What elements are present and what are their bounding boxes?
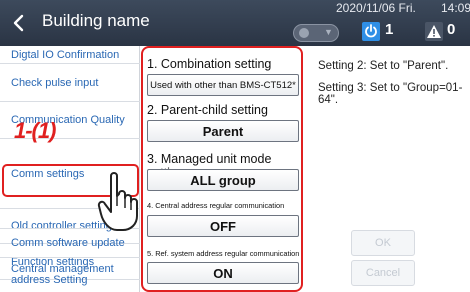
sidebar-item-check-pulse[interactable]: Check pulse input	[0, 64, 140, 102]
sidebar-item-central-mgmt[interactable]: Central management address Setting	[0, 258, 140, 292]
power-icon[interactable]	[362, 22, 380, 41]
toggle-knob-icon	[299, 28, 309, 38]
sidebar-item-label: Central management address Setting	[11, 263, 114, 286]
header-bar: Building name 2020/11/06 Fri. 14:09 ▼ 1 …	[0, 0, 470, 46]
ref-system-label: 5. Ref. system address regular communica…	[147, 249, 300, 258]
chevron-down-icon: ▼	[324, 27, 333, 37]
step-marker: 1-(1)	[14, 118, 56, 143]
power-count: 1	[385, 21, 394, 38]
central-address-label: 4. Central address regular communication	[147, 201, 285, 210]
parent-child-label: 2. Parent-child setting	[147, 103, 268, 117]
page-title: Building name	[42, 11, 150, 30]
ok-button[interactable]: OK	[351, 230, 415, 256]
sidebar-item-digital-io[interactable]: Digtal IO Confirmation	[0, 46, 140, 64]
info-line-2: Setting 3: Set to "Group=01-64".	[318, 82, 463, 106]
sidebar-item-label: Digtal IO Confirmation	[11, 48, 120, 61]
central-address-button[interactable]: OFF	[147, 215, 299, 237]
sidebar-item-label: Check pulse input	[11, 76, 99, 89]
managed-unit-button[interactable]: ALL group	[147, 169, 299, 191]
alert-triangle-icon[interactable]	[425, 22, 443, 41]
ref-system-button[interactable]: ON	[147, 262, 299, 284]
mode-toggle[interactable]: ▼	[293, 24, 339, 42]
alert-count: 0	[447, 21, 456, 38]
sidebar-item-label: Comm software update	[11, 237, 125, 249]
time-display: 14:09	[441, 1, 470, 15]
parent-child-button[interactable]: Parent	[147, 120, 299, 142]
back-arrow-icon[interactable]	[8, 12, 30, 34]
date-display: 2020/11/06 Fri.	[336, 1, 416, 15]
combination-button[interactable]: Used with other than BMS-CT512*	[147, 74, 299, 96]
combination-label: 1. Combination setting	[147, 57, 272, 71]
settings-panel: 1. Combination setting Used with other t…	[141, 46, 303, 292]
pointing-hand-icon	[97, 170, 143, 234]
cancel-button[interactable]: Cancel	[351, 260, 415, 286]
info-line-1: Setting 2: Set to "Parent".	[318, 60, 449, 72]
